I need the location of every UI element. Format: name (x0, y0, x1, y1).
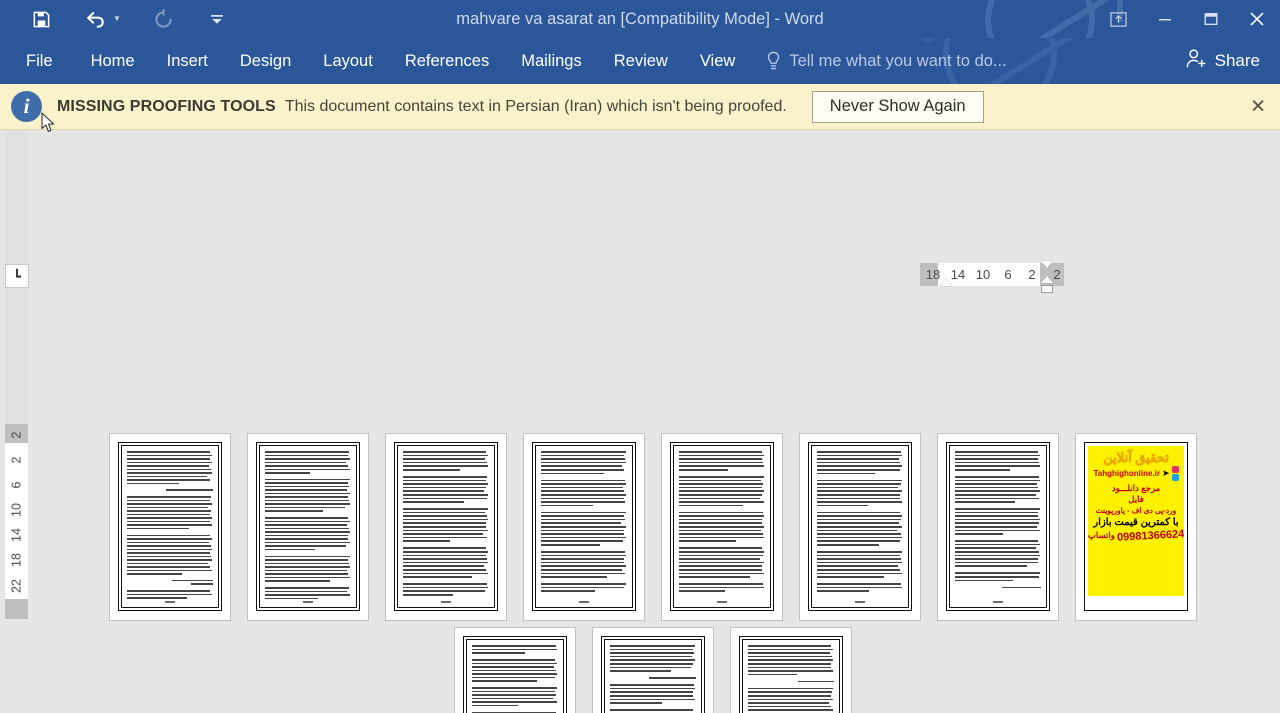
page-thumbnail-7[interactable] (937, 433, 1059, 621)
tab-view[interactable]: View (684, 38, 751, 84)
page-thumbnail-4[interactable] (523, 433, 645, 621)
ad-line-3: ورد-پی دی اف - پاورپوینت (1095, 505, 1177, 515)
page-content-2 (259, 445, 357, 608)
ad-title: تحقیق آنلاین (1103, 450, 1169, 465)
page-thumbnail-3[interactable] (385, 433, 507, 621)
redo-button (148, 4, 178, 34)
page-border-outer (532, 442, 636, 611)
ad-line-2: فایل (1128, 493, 1144, 504)
page-thumbnail-grid: تحقیق آنلاین ➤ Tahghighonline.ir مرجع دا… (0, 130, 1280, 713)
page-thumbnail-10[interactable] (592, 627, 714, 713)
minimize-button[interactable] (1142, 0, 1188, 38)
message-bar-close-icon[interactable]: ✕ (1242, 93, 1274, 120)
page-border-outer (946, 442, 1050, 611)
page-thumbnail-11[interactable] (730, 627, 852, 713)
tab-mailings[interactable]: Mailings (505, 38, 598, 84)
page-content-5 (673, 445, 771, 608)
save-button[interactable] (26, 4, 56, 34)
restore-button[interactable] (1188, 0, 1234, 38)
ad-website-row: ➤ Tahghighonline.ir (1091, 465, 1181, 481)
tab-references[interactable]: References (389, 38, 505, 84)
undo-button[interactable] (80, 4, 110, 34)
message-bar-text: This document contains text in Persian (… (284, 97, 787, 115)
ad-whatsapp: واتساپ (1088, 529, 1115, 540)
share-label: Share (1214, 51, 1260, 70)
tell-me-placeholder: Tell me what you want to do... (789, 51, 1007, 70)
tab-layout[interactable]: Layout (307, 38, 389, 84)
page-number-1 (165, 601, 175, 603)
page-number-2 (303, 601, 313, 603)
page-border-outer (670, 442, 774, 611)
ad-line-1: مرجع دانلـــود (1111, 482, 1161, 493)
ribbon-display-options-button[interactable] (1094, 0, 1142, 38)
customize-quick-access-button[interactable] (202, 4, 232, 34)
page-border-outer (256, 442, 360, 611)
tab-file[interactable]: File (0, 38, 75, 84)
mouse-cursor (41, 112, 57, 139)
ad-banner: تحقیق آنلاین ➤ Tahghighonline.ir مرجع دا… (1088, 446, 1184, 596)
page-content-4 (535, 445, 633, 608)
page-border-outer (808, 442, 912, 611)
social-icons (1171, 465, 1179, 481)
quick-access-toolbar: ▼ (0, 4, 232, 34)
window-controls (1094, 0, 1280, 38)
page-number-5 (717, 601, 727, 603)
ad-page-border: تحقیق آنلاین ➤ Tahghighonline.ir مرجع دا… (1084, 442, 1188, 611)
message-bar: i MISSING PROOFING TOOLS This document c… (0, 84, 1280, 130)
info-icon: i (11, 91, 42, 122)
page-content-9 (466, 639, 564, 713)
page-thumbnail-9[interactable] (454, 627, 576, 713)
page-thumbnail-2[interactable] (247, 433, 369, 621)
ad-website: Tahghighonline.ir (1093, 468, 1160, 478)
page-content-10 (604, 639, 702, 713)
undo-dropdown-icon[interactable]: ▼ (110, 4, 124, 34)
page-number-3 (441, 601, 451, 603)
message-bar-title: MISSING PROOFING TOOLS (57, 97, 276, 115)
ad-contact-row: 09981366624 واتساپ (1088, 527, 1184, 544)
arrow-icon: ➤ (1161, 467, 1170, 478)
share-button[interactable]: Share (1179, 38, 1266, 84)
never-show-again-button[interactable]: Never Show Again (811, 90, 984, 123)
close-button[interactable] (1234, 0, 1280, 38)
person-add-icon (1185, 48, 1207, 74)
page-thumbnail-8-advertisement[interactable]: تحقیق آنلاین ➤ Tahghighonline.ir مرجع دا… (1075, 433, 1197, 621)
page-thumbnail-5[interactable] (661, 433, 783, 621)
page-thumbnail-1[interactable] (109, 433, 231, 621)
tab-design[interactable]: Design (224, 38, 307, 84)
page-number-6 (855, 601, 865, 603)
page-border-outer (601, 636, 705, 713)
tell-me-search[interactable]: Tell me what you want to do... (765, 51, 1007, 71)
page-content-6 (811, 445, 909, 608)
page-border-outer (463, 636, 567, 713)
tab-insert[interactable]: Insert (151, 38, 224, 84)
tab-home[interactable]: Home (75, 38, 151, 84)
page-number-4 (579, 601, 589, 603)
ad-phone: 09981366624 (1116, 527, 1184, 544)
page-content-3 (397, 445, 495, 608)
page-number-7 (993, 601, 1003, 603)
title-bar: ▼ mahvare va asarat an [Compatibility Mo… (0, 0, 1280, 38)
page-content-7 (949, 445, 1047, 608)
ribbon-tab-bar: File Home Insert Design Layout Reference… (0, 38, 1280, 84)
page-content-11 (742, 639, 840, 713)
ad-line-4: با کمترین قیمت بازار (1093, 516, 1179, 528)
tab-review[interactable]: Review (598, 38, 684, 84)
page-thumbnail-6[interactable] (799, 433, 921, 621)
page-border-outer (739, 636, 843, 713)
lightbulb-icon (765, 51, 782, 71)
page-content-1 (121, 445, 219, 608)
document-work-area: ┗ 2 2 6 10 14 18 22 18 14 10 6 2 2 تحقیق… (0, 130, 1280, 713)
ad-page-footer (1088, 596, 1184, 607)
page-border-outer (118, 442, 222, 611)
page-border-outer (394, 442, 498, 611)
